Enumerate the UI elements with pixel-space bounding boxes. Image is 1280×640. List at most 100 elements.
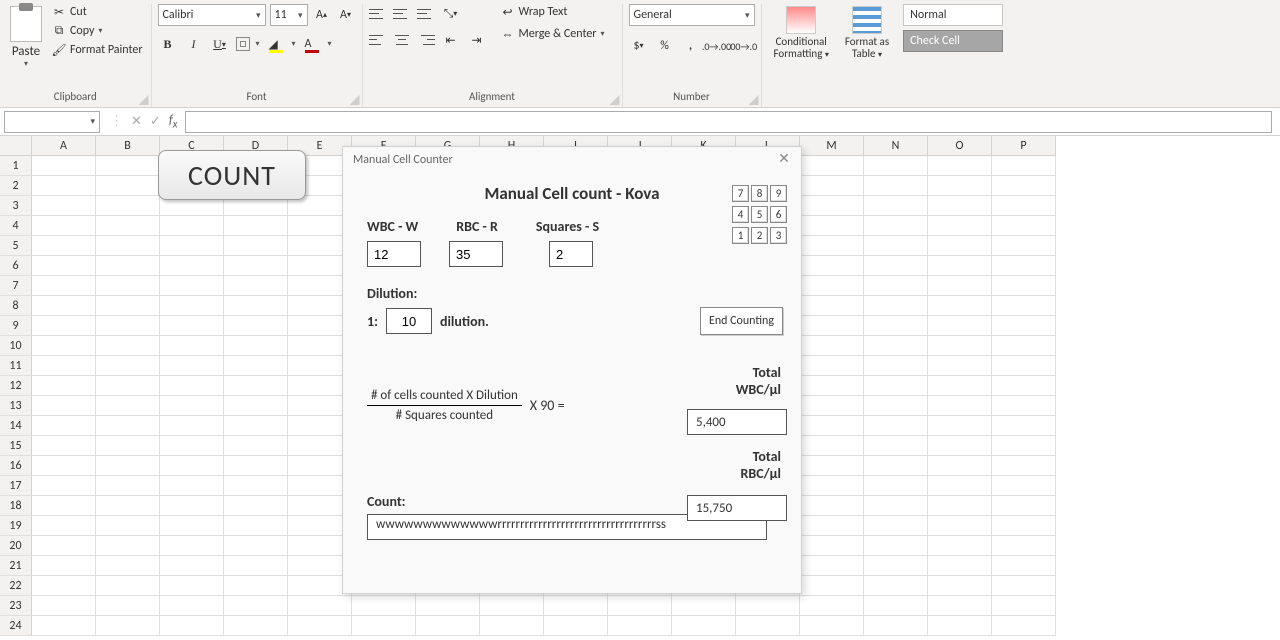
cell[interactable] [160,496,224,516]
accounting-button[interactable]: $▾ [629,36,649,56]
cell[interactable] [32,496,96,516]
numpad-key-6[interactable]: 6 [770,206,787,223]
cell[interactable] [928,156,992,176]
cell[interactable] [928,416,992,436]
cell[interactable] [992,376,1056,396]
cell[interactable] [736,616,800,636]
cell[interactable] [928,216,992,236]
cell[interactable] [736,596,800,616]
style-check-cell[interactable]: Check Cell [903,30,1003,52]
cell[interactable] [672,596,736,616]
cell[interactable] [160,416,224,436]
cell[interactable] [160,556,224,576]
column-header[interactable]: B [96,136,160,156]
cell[interactable] [224,476,288,496]
row-header[interactable]: 7 [0,276,32,296]
cell[interactable] [992,196,1056,216]
italic-button[interactable]: I [184,34,204,54]
cell[interactable] [32,256,96,276]
cell[interactable] [224,536,288,556]
cell[interactable] [864,476,928,496]
cell[interactable] [864,576,928,596]
cell[interactable] [32,276,96,296]
cell[interactable] [224,356,288,376]
cell[interactable] [224,416,288,436]
column-header[interactable]: M [800,136,864,156]
column-header[interactable]: P [992,136,1056,156]
cell[interactable] [928,496,992,516]
cell[interactable] [800,276,864,296]
name-box[interactable]: ▾ [4,111,100,133]
row-header[interactable]: 12 [0,376,32,396]
cell[interactable] [160,276,224,296]
cell[interactable] [992,576,1056,596]
cell[interactable] [160,336,224,356]
cell[interactable] [224,276,288,296]
fx-icon[interactable]: fx [169,113,178,131]
cell[interactable] [224,456,288,476]
cell[interactable] [992,496,1056,516]
cell[interactable] [96,436,160,456]
cell[interactable] [864,256,928,276]
orientation-button[interactable]: ⤡▾ [441,4,461,24]
cell[interactable] [32,316,96,336]
cell[interactable] [160,616,224,636]
cell[interactable] [32,296,96,316]
cell[interactable] [32,596,96,616]
cell[interactable] [928,196,992,216]
row-header[interactable]: 2 [0,176,32,196]
decrease-font-button[interactable]: A▾ [336,5,356,25]
row-header[interactable]: 5 [0,236,32,256]
cell[interactable] [544,616,608,636]
cut-button[interactable]: ✂ Cut [50,4,145,20]
numpad-key-3[interactable]: 3 [770,227,787,244]
cell[interactable] [224,616,288,636]
cell[interactable] [800,556,864,576]
cell[interactable] [864,496,928,516]
cell[interactable] [288,596,352,616]
squares-input[interactable] [549,241,593,267]
cell[interactable] [864,396,928,416]
bold-button[interactable]: B [158,34,178,54]
cell[interactable] [160,536,224,556]
cell[interactable] [800,296,864,316]
style-normal[interactable]: Normal [903,4,1003,26]
cell[interactable] [800,516,864,536]
cell[interactable] [480,616,544,636]
row-header[interactable]: 15 [0,436,32,456]
cell[interactable] [864,176,928,196]
cell[interactable] [160,256,224,276]
cell[interactable] [160,236,224,256]
row-header[interactable]: 18 [0,496,32,516]
cell[interactable] [864,296,928,316]
cell[interactable] [992,536,1056,556]
cell[interactable] [800,196,864,216]
cell[interactable] [96,556,160,576]
cell[interactable] [800,616,864,636]
cell[interactable] [416,616,480,636]
cell[interactable] [864,596,928,616]
cell[interactable] [96,516,160,536]
row-header[interactable]: 23 [0,596,32,616]
paste-button[interactable]: Paste ▾ [6,4,46,71]
cell[interactable] [928,516,992,536]
cell[interactable] [96,356,160,376]
cell[interactable] [800,236,864,256]
row-header[interactable]: 11 [0,356,32,376]
cell[interactable] [992,556,1056,576]
row-header[interactable]: 4 [0,216,32,236]
cell[interactable] [800,576,864,596]
column-header[interactable]: N [864,136,928,156]
cell[interactable] [160,456,224,476]
cell[interactable] [96,176,160,196]
numpad-key-8[interactable]: 8 [751,185,768,202]
cell[interactable] [96,336,160,356]
cell[interactable] [992,596,1056,616]
row-header[interactable]: 9 [0,316,32,336]
cell[interactable] [96,496,160,516]
row-header[interactable]: 24 [0,616,32,636]
cell[interactable] [864,536,928,556]
cell[interactable] [160,296,224,316]
cell[interactable] [992,396,1056,416]
cell[interactable] [96,456,160,476]
